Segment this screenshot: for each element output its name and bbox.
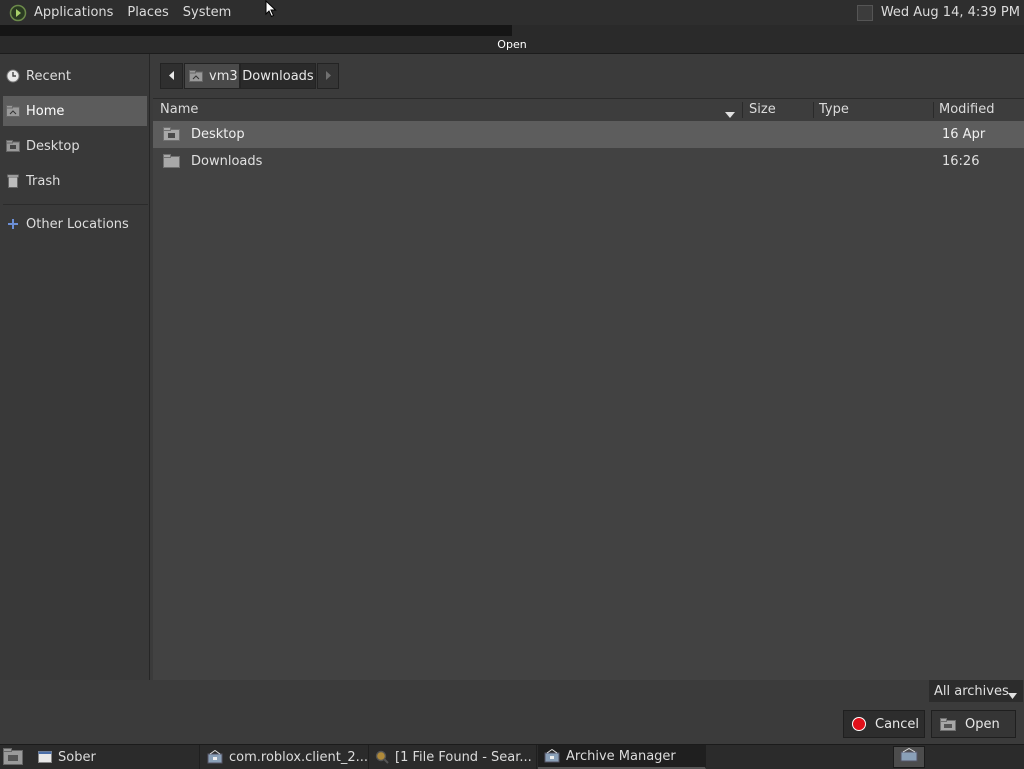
workspace-switcher[interactable] <box>893 746 925 768</box>
applications-logo-icon[interactable] <box>9 4 27 22</box>
search-icon <box>375 750 389 764</box>
open-file-dialog: Open Recent Home Desktop Trash Other Loc… <box>0 36 1024 744</box>
sidebar-item-label: Desktop <box>26 138 80 154</box>
sort-descending-icon[interactable] <box>725 107 735 122</box>
sidebar-item-home[interactable]: Home <box>3 96 147 126</box>
path-segment-downloads[interactable]: Downloads <box>240 63 316 89</box>
archive-manager-icon <box>207 750 223 764</box>
file-name: Desktop <box>191 127 245 142</box>
column-separator <box>813 102 814 118</box>
column-separator <box>742 102 743 118</box>
sidebar-item-label: Trash <box>26 173 61 189</box>
file-modified: 16 Apr <box>942 127 986 142</box>
menu-applications[interactable]: Applications <box>27 0 120 25</box>
column-separator <box>933 102 934 118</box>
clock[interactable]: Wed Aug 14, 4:39 PM <box>881 5 1024 20</box>
chevron-left-icon <box>168 69 175 84</box>
sidebar-item-trash[interactable]: Trash <box>3 166 147 196</box>
taskbar-item-search[interactable]: [1 File Found - Sear... <box>369 745 537 769</box>
cancel-label: Cancel <box>875 716 920 732</box>
column-name[interactable]: Name <box>160 99 198 121</box>
chevron-right-icon <box>325 69 331 84</box>
tray-status-icon[interactable] <box>856 4 873 21</box>
home-folder-icon <box>189 70 203 82</box>
plus-icon <box>6 217 20 231</box>
open-button[interactable]: Open <box>931 710 1016 738</box>
cancel-icon <box>852 717 866 731</box>
window-icon <box>38 751 52 763</box>
path-segment-label: Downloads <box>242 68 314 84</box>
places-sidebar: Recent Home Desktop Trash Other Location… <box>0 54 150 680</box>
recent-icon <box>6 69 20 83</box>
filter-label: All archives <box>934 683 1009 699</box>
archive-manager-icon <box>544 749 560 763</box>
file-row-downloads[interactable]: Downloads 16:26 <box>153 148 1024 175</box>
background-window-strip <box>0 25 1024 36</box>
file-type-filter[interactable]: All archives <box>929 680 1023 702</box>
taskbar-item-sober[interactable]: Sober <box>32 745 200 769</box>
sidebar-item-label: Other Locations <box>26 216 129 232</box>
desktop-folder-icon <box>6 139 20 153</box>
sidebar-item-label: Home <box>26 103 65 119</box>
sidebar-item-recent[interactable]: Recent <box>3 61 147 91</box>
top-tray: Wed Aug 14, 4:39 PM <box>856 0 1024 25</box>
column-modified[interactable]: Modified <box>939 99 994 121</box>
sidebar-item-desktop[interactable]: Desktop <box>3 131 147 161</box>
file-browser-main: vm3 Downloads Name Size Type Modified De… <box>153 54 1024 680</box>
file-row-desktop[interactable]: Desktop 16 Apr <box>153 121 1024 148</box>
chevron-down-icon <box>1008 688 1017 703</box>
desktop-folder-icon <box>163 127 180 145</box>
file-name: Downloads <box>191 154 263 169</box>
top-panel: Applications Places System Wed Aug 14, 4… <box>0 0 1024 26</box>
menu-places[interactable]: Places <box>120 0 175 25</box>
taskbar-item-label: Archive Manager <box>566 748 676 764</box>
path-back-button[interactable] <box>160 63 183 89</box>
sidebar-separator <box>3 204 148 205</box>
taskbar-item-label: Sober <box>58 749 96 765</box>
menu-system[interactable]: System <box>176 0 238 25</box>
show-desktop-icon[interactable] <box>3 748 23 765</box>
cancel-button[interactable]: Cancel <box>843 710 925 738</box>
sidebar-item-label: Recent <box>26 68 71 84</box>
taskbar-item-label: com.roblox.client_2.... <box>229 749 369 765</box>
path-bar: vm3 Downloads <box>153 54 1024 98</box>
sidebar-item-other-locations[interactable]: Other Locations <box>3 209 147 239</box>
open-folder-icon <box>940 717 956 731</box>
home-folder-icon <box>6 104 20 118</box>
bottom-taskbar: Sober com.roblox.client_2.... [1 File Fo… <box>0 744 1024 769</box>
taskbar-item-label: [1 File Found - Sear... <box>395 749 532 765</box>
workspace-icon <box>900 747 918 766</box>
folder-icon <box>163 154 180 172</box>
path-forward-button[interactable] <box>317 63 339 89</box>
dialog-title: Open <box>0 36 1024 54</box>
column-type[interactable]: Type <box>819 99 849 121</box>
taskbar-item-roblox-archive[interactable]: com.roblox.client_2.... <box>201 745 369 769</box>
dialog-footer: All archives Cancel Open <box>0 680 1024 744</box>
trash-icon <box>6 174 20 188</box>
column-size[interactable]: Size <box>749 99 776 121</box>
mouse-pointer-icon <box>265 0 277 22</box>
path-segment-home[interactable]: vm3 <box>184 63 240 89</box>
file-modified: 16:26 <box>942 154 980 169</box>
open-label: Open <box>965 716 1000 732</box>
path-segment-label: vm3 <box>209 68 238 84</box>
column-header: Name Size Type Modified <box>153 98 1024 122</box>
taskbar-item-archive-manager[interactable]: Archive Manager <box>538 745 706 769</box>
